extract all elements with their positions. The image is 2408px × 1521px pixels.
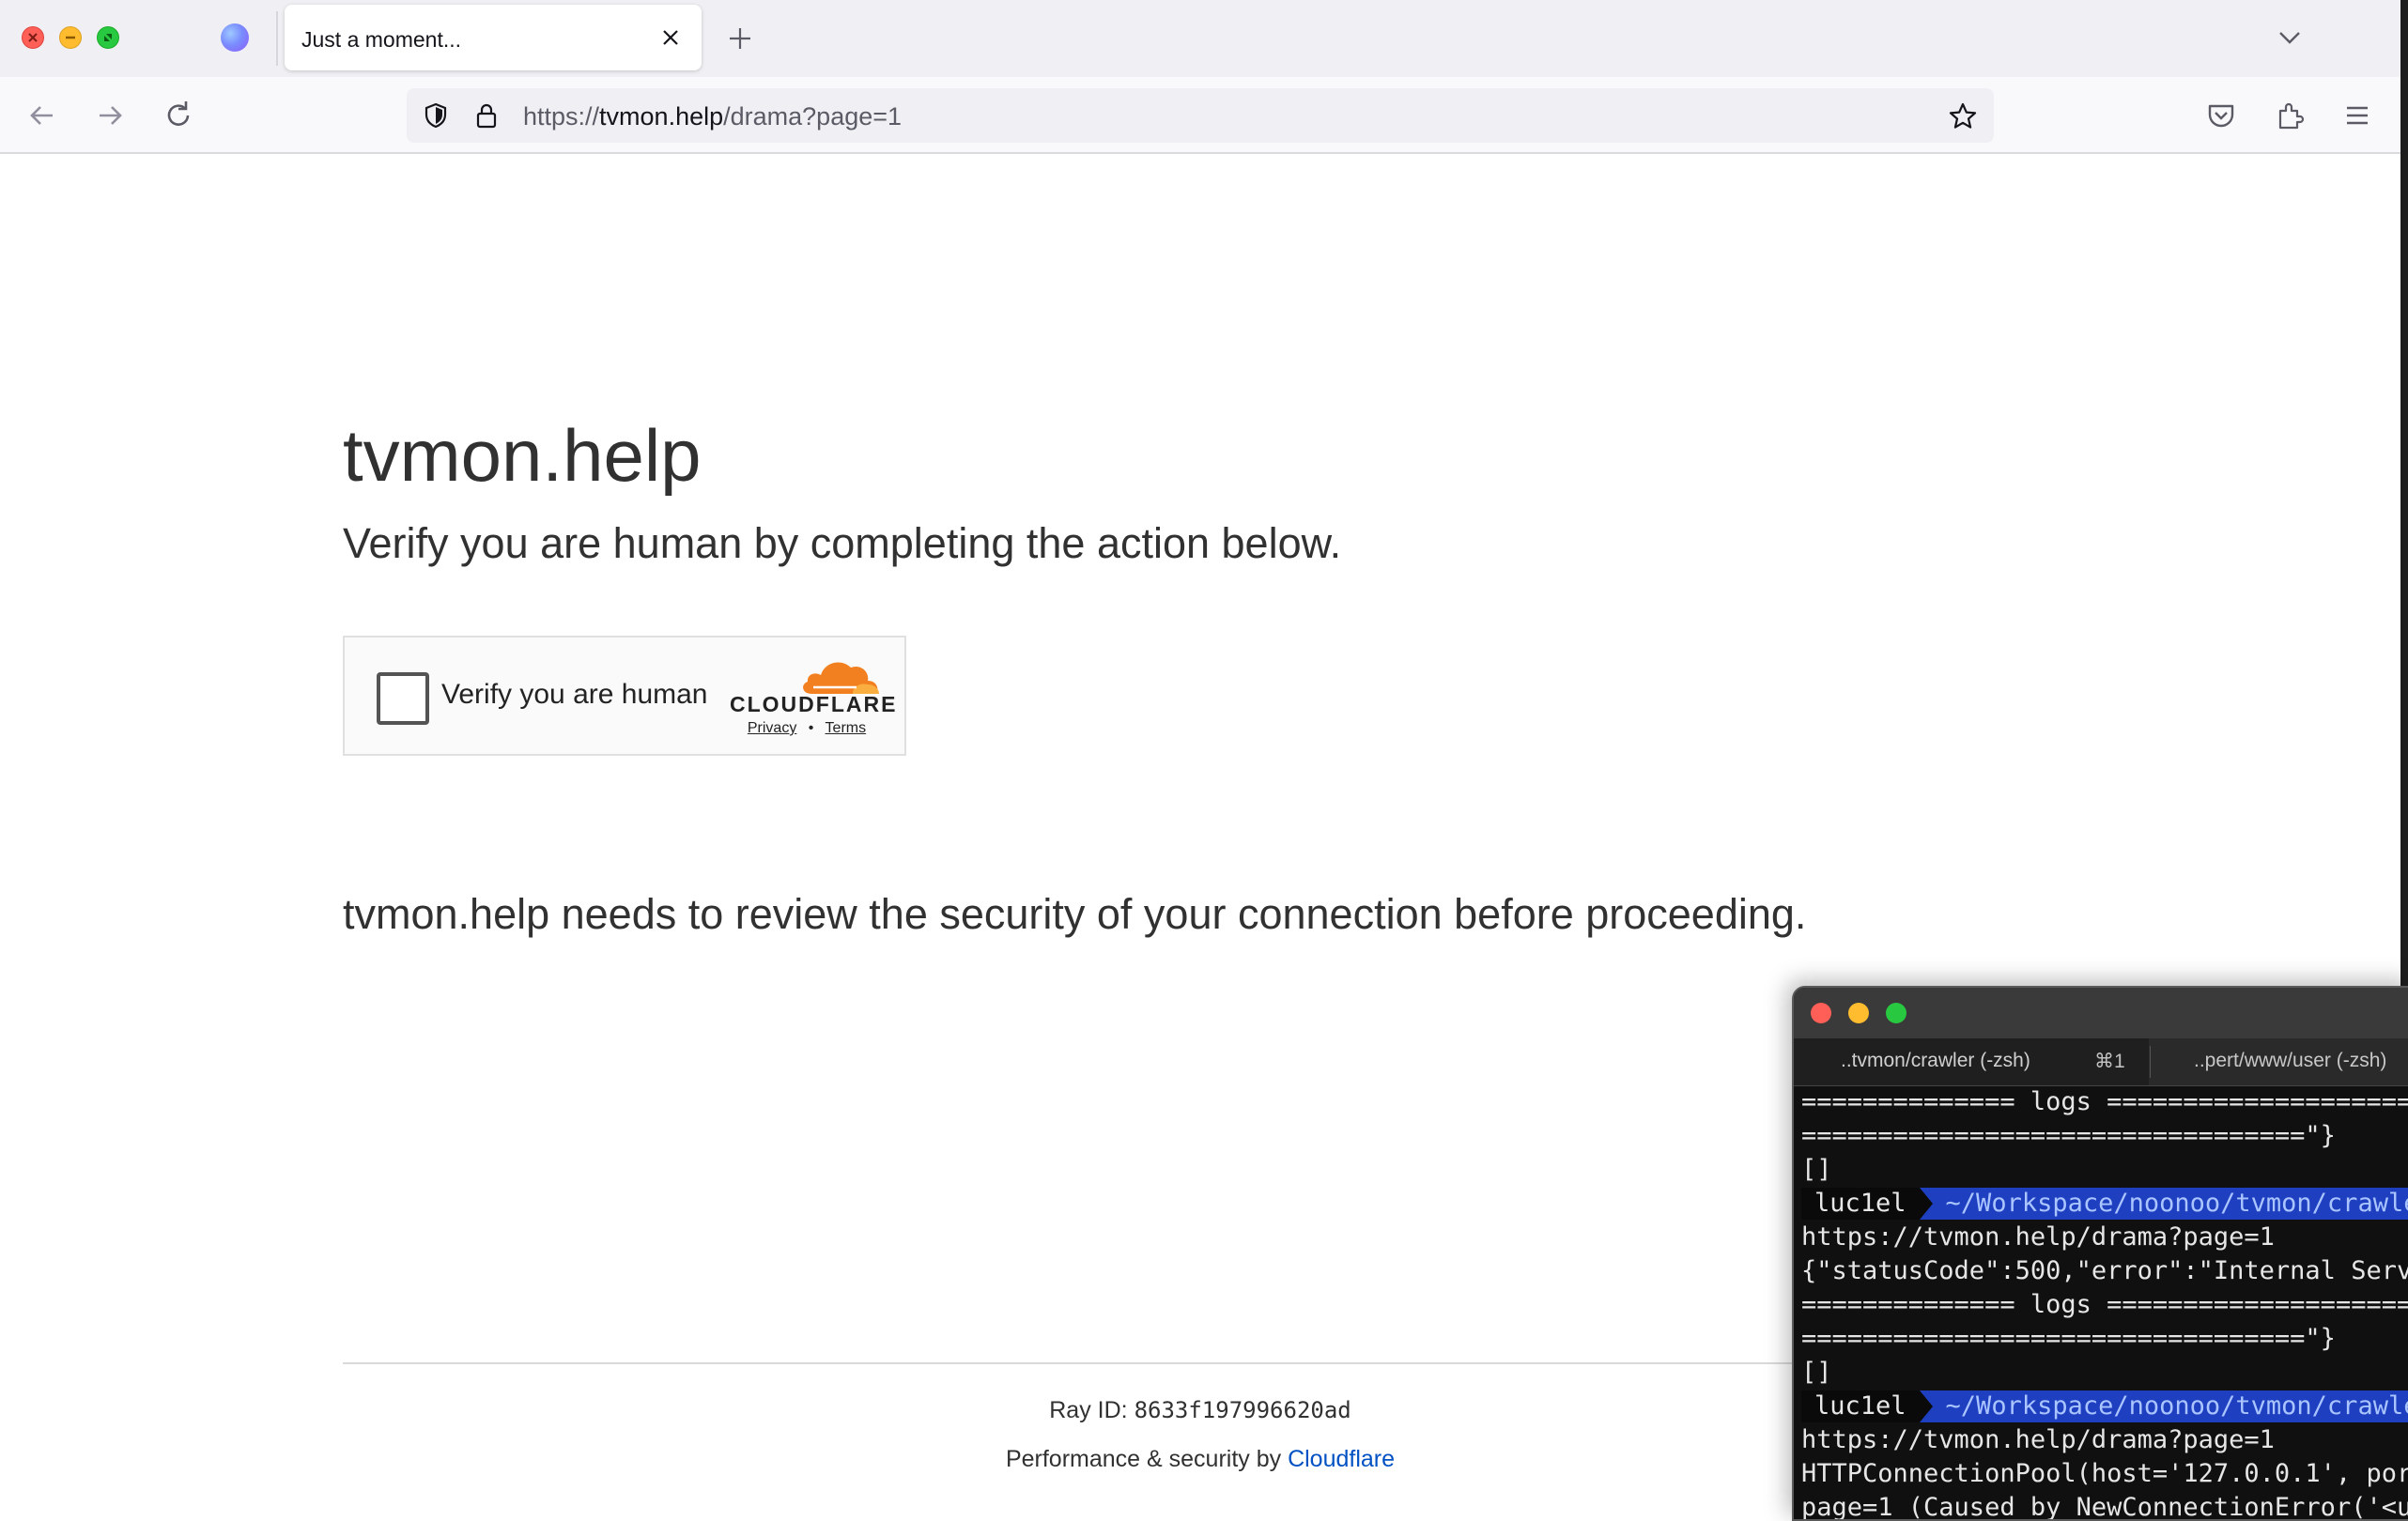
terminal-line: ============== logs ====================… bbox=[1801, 1087, 2408, 1116]
ray-id-value: 8633f197996620ad bbox=[1134, 1397, 1351, 1423]
privacy-link[interactable]: Privacy bbox=[748, 720, 796, 736]
turnstile-widget: Verify you are human CLOUDFLARE Privacy … bbox=[343, 636, 906, 756]
terminal-line: ============== logs ====================… bbox=[1801, 1290, 2408, 1319]
window-fullscreen-button[interactable] bbox=[97, 26, 119, 49]
lock-icon[interactable] bbox=[472, 101, 501, 130]
links-separator: • bbox=[808, 720, 814, 736]
terminal-tab-label: ..pert/www/user (-zsh) bbox=[2194, 1050, 2387, 1071]
firefox-view-icon[interactable] bbox=[221, 23, 249, 52]
verification-subtitle: Verify you are human by completing the a… bbox=[343, 519, 1342, 567]
cloudflare-link[interactable]: Cloudflare bbox=[1288, 1446, 1395, 1472]
terminal-line: ================================="} bbox=[1801, 1324, 2336, 1353]
fullscreen-icon bbox=[104, 34, 112, 41]
terminal-line: https://tvmon.help/drama?page=1 bbox=[1801, 1222, 2275, 1252]
terminal-tab-shortcut: ⌘1 bbox=[2094, 1051, 2125, 1072]
prompt-separator-arrow bbox=[1919, 1188, 1933, 1220]
window-close-button[interactable] bbox=[22, 26, 44, 49]
terminal-fullscreen-button[interactable] bbox=[1886, 1003, 1906, 1023]
site-title: tvmon.help bbox=[343, 414, 702, 497]
footer-divider bbox=[343, 1362, 1939, 1364]
terminal-tab-user[interactable]: ..pert/www/user (-zsh) bbox=[2151, 1038, 2408, 1085]
back-arrow-icon[interactable] bbox=[24, 98, 60, 133]
terminal-tab-crawler[interactable]: ..tvmon/crawler (-zsh) ⌘1 bbox=[1794, 1038, 2149, 1085]
tab-list-chevron-down-icon[interactable] bbox=[2273, 23, 2307, 52]
prompt-separator-arrow bbox=[1919, 1390, 1933, 1422]
verify-checkbox[interactable] bbox=[377, 672, 429, 725]
terminal-close-button[interactable] bbox=[1811, 1003, 1831, 1023]
cloudflare-wordmark: CLOUDFLARE bbox=[730, 692, 898, 716]
reload-icon[interactable] bbox=[161, 98, 196, 133]
minus-icon bbox=[66, 36, 75, 39]
forward-arrow-icon[interactable] bbox=[92, 98, 128, 133]
tab-bar: Just a moment... bbox=[0, 0, 2408, 77]
navigation-toolbar: https://tvmon.help/drama?page=1 bbox=[0, 77, 2408, 154]
cloudflare-cloud-logo-icon bbox=[803, 662, 879, 694]
terminal-minimize-button[interactable] bbox=[1848, 1003, 1869, 1023]
bookmark-star-icon[interactable] bbox=[1947, 100, 1979, 132]
url-scheme: https:// bbox=[523, 102, 600, 131]
ray-id-label: Ray ID: bbox=[1049, 1397, 1128, 1423]
window-minimize-button[interactable] bbox=[59, 26, 82, 49]
terminal-output[interactable]: ============== logs ====================… bbox=[1801, 1085, 2408, 1521]
terminal-line: [] bbox=[1801, 1358, 1832, 1387]
terminal-tab-label: ..tvmon/crawler (-zsh) bbox=[1841, 1050, 2030, 1071]
performance-text: Performance & security by bbox=[1005, 1446, 1282, 1472]
terminal-titlebar[interactable] bbox=[1794, 988, 2408, 1038]
close-x-icon bbox=[28, 33, 38, 42]
terminal-line: https://tvmon.help/drama?page=1 bbox=[1801, 1425, 2275, 1454]
pocket-icon[interactable] bbox=[2203, 98, 2239, 133]
tracking-shield-icon[interactable] bbox=[422, 101, 450, 130]
terminal-tab-bar: ..tvmon/crawler (-zsh) ⌘1 ..pert/www/use… bbox=[1794, 1038, 2408, 1086]
url-host: tvmon.help bbox=[599, 102, 724, 131]
hamburger-menu-icon[interactable] bbox=[2339, 98, 2375, 133]
terminal-prompt: luc1el ~/Workspace/noonoo/tvmon/crawler bbox=[1801, 1187, 2408, 1221]
tab-close-icon[interactable] bbox=[656, 23, 685, 52]
terminal-line: ================================="} bbox=[1801, 1121, 2336, 1150]
url-text[interactable]: https://tvmon.help/drama?page=1 bbox=[523, 102, 902, 131]
security-review-text: tvmon.help needs to review the security … bbox=[343, 890, 1807, 938]
new-tab-plus-icon[interactable] bbox=[725, 23, 755, 54]
active-tab[interactable]: Just a moment... bbox=[285, 5, 702, 70]
prompt-path: ~/Workspace/noonoo/tvmon/crawler bbox=[1932, 1188, 2408, 1220]
extensions-puzzle-icon[interactable] bbox=[2272, 98, 2308, 133]
url-bar[interactable]: https://tvmon.help/drama?page=1 bbox=[407, 88, 1994, 143]
terms-link[interactable]: Terms bbox=[826, 720, 867, 736]
url-path: /drama?page=1 bbox=[723, 102, 903, 131]
tab-separator bbox=[276, 11, 278, 66]
terminal-line: [] bbox=[1801, 1155, 1832, 1184]
terminal-window: ..tvmon/crawler (-zsh) ⌘1 ..pert/www/use… bbox=[1792, 986, 2408, 1521]
prompt-user: luc1el bbox=[1801, 1188, 1920, 1220]
prompt-path: ~/Workspace/noonoo/tvmon/crawler bbox=[1932, 1390, 2408, 1422]
terminal-line: {"statusCode":500,"error":"Internal Serv… bbox=[1801, 1256, 2408, 1285]
widget-links: Privacy • Terms bbox=[730, 720, 884, 737]
tab-title: Just a moment... bbox=[301, 27, 462, 52]
terminal-line: HTTPConnectionPool(host='127.0.0.1', por… bbox=[1801, 1459, 2408, 1488]
verify-checkbox-label[interactable]: Verify you are human bbox=[441, 679, 708, 711]
terminal-line: page=1 (Caused by NewConnectionError('<u… bbox=[1801, 1493, 2408, 1521]
prompt-user: luc1el bbox=[1801, 1390, 1920, 1422]
terminal-prompt: luc1el ~/Workspace/noonoo/tvmon/crawler bbox=[1801, 1390, 2408, 1423]
